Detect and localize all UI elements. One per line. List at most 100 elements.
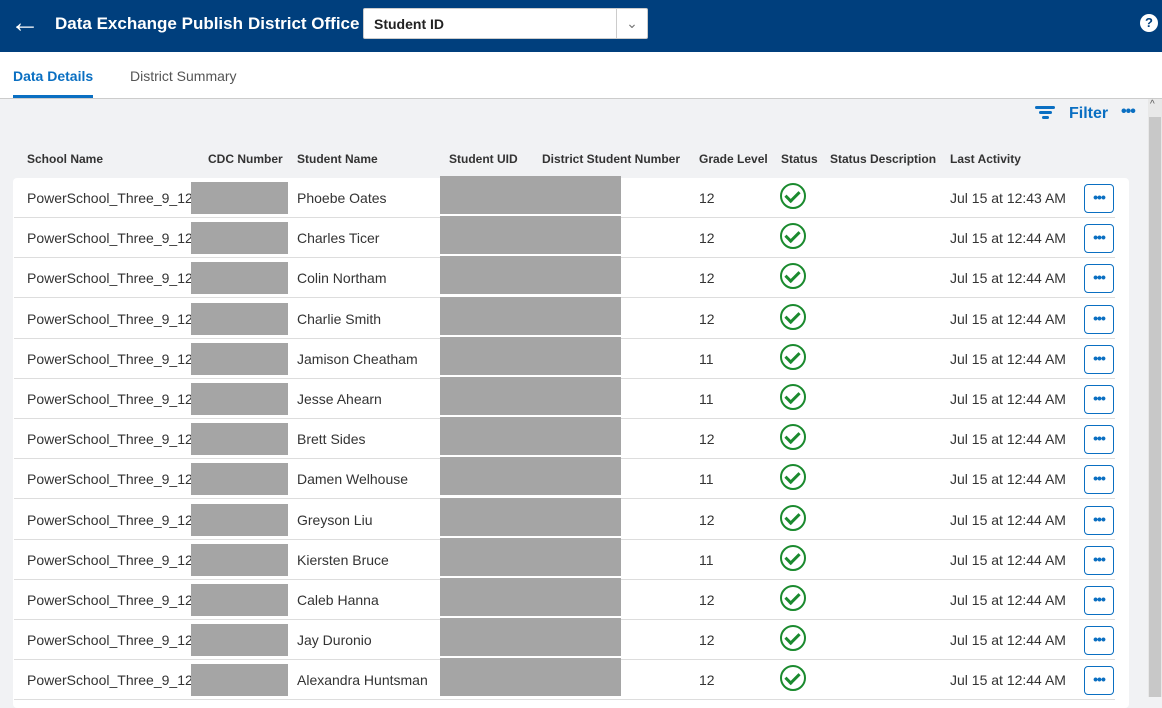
column-header[interactable]: Student Name <box>297 152 378 166</box>
redacted-student-uid <box>440 417 621 456</box>
chevron-down-icon[interactable]: ⌄ <box>616 9 647 38</box>
school-name: PowerSchool_Three_9_12 <box>27 471 193 488</box>
table-row[interactable]: PowerSchool_Three_9_12 Caleb Hanna 12 Ju… <box>14 578 1115 620</box>
row-actions-button[interactable]: ••• <box>1084 666 1114 696</box>
grade-level: 12 <box>699 190 715 206</box>
last-activity: Jul 15 at 12:44 AM <box>950 632 1066 649</box>
table-row[interactable]: PowerSchool_Three_9_12 Charlie Smith 12 … <box>14 296 1115 339</box>
row-actions-button[interactable]: ••• <box>1084 626 1114 656</box>
row-actions-button[interactable]: ••• <box>1084 184 1114 213</box>
check-circle-icon <box>780 464 806 491</box>
grade-level: 12 <box>699 230 715 247</box>
scrollbar-thumb[interactable] <box>1149 117 1161 697</box>
check-circle-icon <box>780 343 806 370</box>
student-name: Damen Welhouse <box>297 471 409 488</box>
redacted-student-uid <box>440 176 621 214</box>
table-row[interactable]: PowerSchool_Three_9_12 Colin Northam 12 … <box>14 256 1115 299</box>
grade-level: 11 <box>699 391 714 407</box>
grade-level: 12 <box>699 511 715 528</box>
redacted-cdc-number <box>191 423 288 456</box>
redacted-cdc-number <box>191 584 288 616</box>
row-actions-button[interactable]: ••• <box>1084 465 1114 495</box>
row-actions-button[interactable]: ••• <box>1084 586 1114 615</box>
school-name: PowerSchool_Three_9_12 <box>27 632 193 649</box>
grade-level: 12 <box>699 632 715 649</box>
table-row[interactable]: PowerSchool_Three_9_12 Jesse Ahearn 11 J… <box>14 377 1115 419</box>
table-row[interactable]: PowerSchool_Three_9_12 Brett Sides 12 Ju… <box>14 417 1115 460</box>
redacted-student-uid <box>440 216 621 255</box>
school-name: PowerSchool_Three_9_12 <box>27 190 193 206</box>
student-name: Brett Sides <box>297 431 366 448</box>
table-row[interactable]: PowerSchool_Three_9_12 Phoebe Oates 12 J… <box>14 176 1115 218</box>
check-circle-icon <box>780 504 806 531</box>
column-header[interactable]: Status Description <box>830 152 936 166</box>
school-name: PowerSchool_Three_9_12 <box>27 270 193 287</box>
last-activity: Jul 15 at 12:44 AM <box>950 350 1066 367</box>
redacted-student-uid <box>440 618 621 657</box>
app-header: ← Data Exchange Publish District Office … <box>0 0 1162 52</box>
last-activity: Jul 15 at 12:44 AM <box>950 471 1066 488</box>
table-row[interactable]: PowerSchool_Three_9_12 Alexandra Huntsma… <box>14 658 1115 701</box>
school-name: PowerSchool_Three_9_12 <box>27 551 193 568</box>
check-circle-icon <box>780 544 806 571</box>
column-header[interactable]: District Student Number <box>542 152 680 166</box>
scrollbar[interactable]: ^ <box>1148 99 1162 697</box>
student-name: Charlie Smith <box>297 310 382 327</box>
last-activity: Jul 15 at 12:44 AM <box>950 310 1066 327</box>
redacted-cdc-number <box>191 262 288 295</box>
table-row[interactable]: PowerSchool_Three_9_12 Charles Ticer 12 … <box>14 216 1115 259</box>
filter-label: Filter <box>1069 105 1109 122</box>
column-header[interactable]: Last Activity <box>950 152 1021 166</box>
last-activity: Jul 15 at 12:43 AM <box>950 190 1066 206</box>
check-circle-icon <box>780 263 806 290</box>
column-header[interactable]: Status <box>781 152 818 166</box>
row-actions-button[interactable]: ••• <box>1084 344 1114 374</box>
row-actions-button[interactable]: ••• <box>1084 385 1114 414</box>
check-circle-icon <box>780 223 806 250</box>
redacted-student-uid <box>440 256 621 295</box>
context-label: District Office <box>248 14 360 33</box>
scroll-up-icon[interactable]: ^ <box>1150 99 1155 110</box>
redacted-student-uid <box>440 537 621 576</box>
column-header[interactable]: CDC Number <box>208 152 283 166</box>
redacted-student-uid <box>440 497 621 536</box>
more-options-button[interactable]: ••• <box>1121 103 1136 121</box>
grade-level: 11 <box>699 471 714 488</box>
tab-district-summary[interactable]: District Summary <box>130 68 237 84</box>
row-actions-button[interactable]: ••• <box>1084 545 1114 575</box>
filter-icon <box>1035 106 1055 121</box>
select-value: Student ID <box>374 16 444 32</box>
table-row[interactable]: PowerSchool_Three_9_12 Greyson Liu 12 Ju… <box>14 497 1115 540</box>
student-name: Jay Duronio <box>297 632 372 649</box>
row-actions-button[interactable]: ••• <box>1084 264 1114 294</box>
row-actions-button[interactable]: ••• <box>1084 425 1114 455</box>
table-row[interactable]: PowerSchool_Three_9_12 Jay Duronio 12 Ju… <box>14 618 1115 661</box>
school-name: PowerSchool_Three_9_12 <box>27 431 193 448</box>
column-header[interactable]: Student UID <box>449 152 518 166</box>
table-row[interactable]: PowerSchool_Three_9_12 Jamison Cheatham … <box>14 336 1115 379</box>
view-select[interactable]: Student ID ⌄ <box>363 8 648 39</box>
last-activity: Jul 15 at 12:44 AM <box>950 551 1066 568</box>
school-name: PowerSchool_Three_9_12 <box>27 350 193 367</box>
row-actions-button[interactable]: ••• <box>1084 224 1114 254</box>
table-row[interactable]: PowerSchool_Three_9_12 Damen Welhouse 11… <box>14 457 1115 500</box>
school-name: PowerSchool_Three_9_12 <box>27 592 193 608</box>
last-activity: Jul 15 at 12:44 AM <box>950 431 1066 448</box>
grade-level: 12 <box>699 310 715 327</box>
table-row[interactable]: PowerSchool_Three_9_12 Kiersten Bruce 11… <box>14 537 1115 580</box>
tab-data-details[interactable]: Data Details <box>13 68 94 98</box>
student-name: Caleb Hanna <box>297 592 379 608</box>
grade-level: 12 <box>699 592 715 608</box>
student-name: Alexandra Huntsman <box>297 672 428 689</box>
redacted-student-uid <box>440 336 621 375</box>
app-title: Data Exchange Publish <box>55 14 243 33</box>
column-header[interactable]: School Name <box>27 152 103 166</box>
check-circle-icon <box>780 303 806 330</box>
back-arrow-icon[interactable]: ← <box>10 8 40 38</box>
grade-level: 11 <box>699 350 714 367</box>
row-actions-button[interactable]: ••• <box>1084 304 1114 334</box>
row-actions-button[interactable]: ••• <box>1084 505 1114 535</box>
help-icon[interactable]: ? <box>1140 14 1158 32</box>
column-header[interactable]: Grade Level <box>699 152 768 166</box>
check-circle-icon <box>780 665 806 692</box>
